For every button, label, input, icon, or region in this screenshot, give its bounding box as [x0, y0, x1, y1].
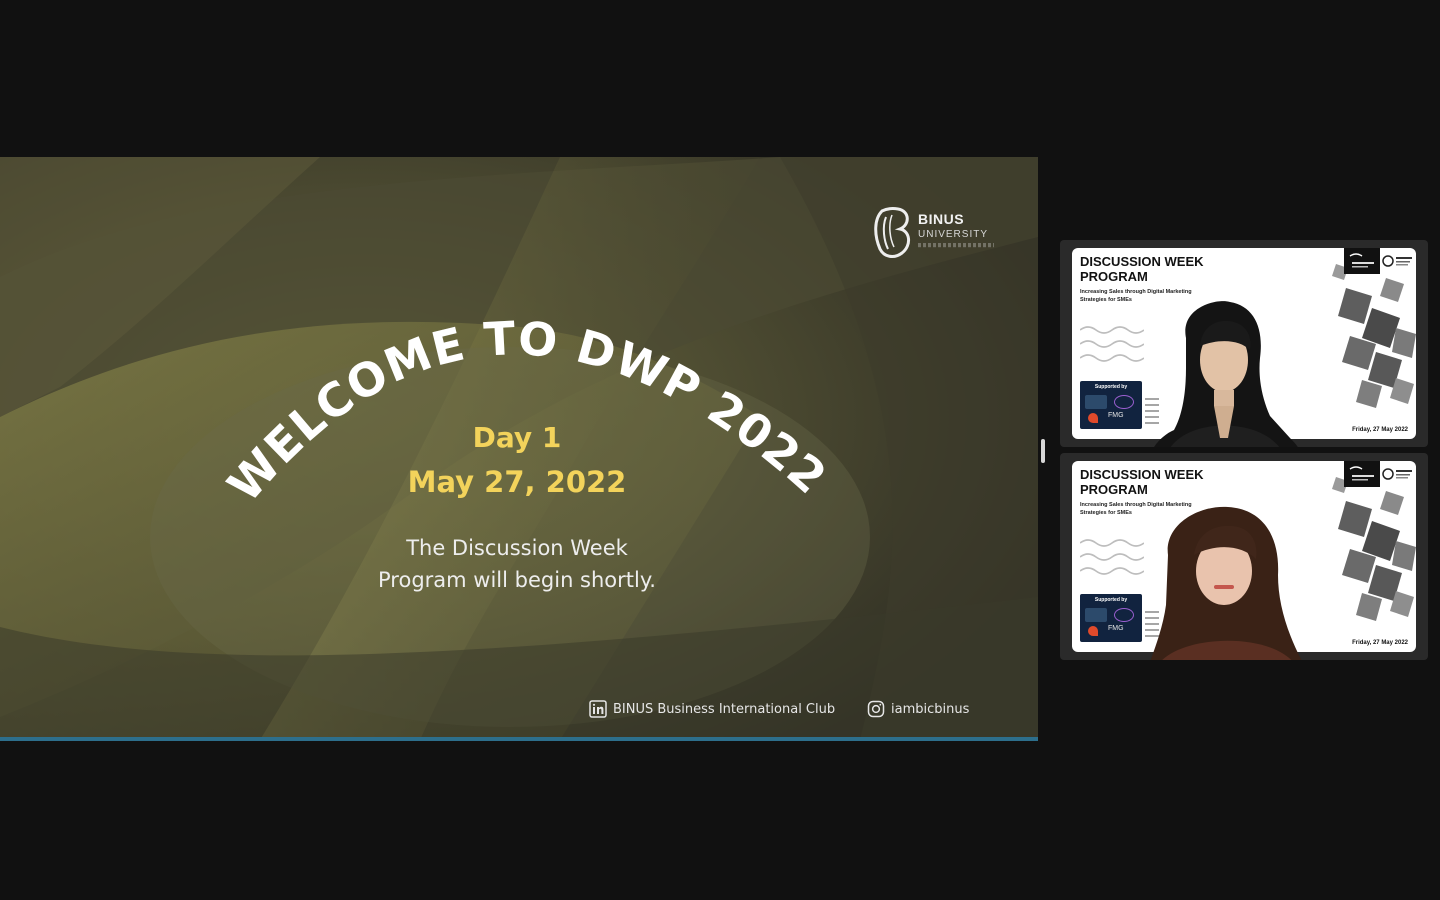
- message-line-2: Program will begin shortly.: [378, 568, 656, 592]
- binus-logo-icon: [874, 207, 910, 258]
- sponsor-name: FMG: [1108, 412, 1124, 419]
- binus-header-logo: [1344, 248, 1412, 274]
- background-title: DISCUSSION WEEK PROGRAM: [1080, 254, 1240, 284]
- logo-brand: BINUS: [918, 211, 965, 227]
- sponsor-logo-icon: [1085, 608, 1107, 622]
- participant-video-feed: [1154, 301, 1298, 447]
- instagram-text: iambicbinus: [891, 701, 970, 717]
- linkedin-text: BINUS Business International Club: [613, 701, 836, 717]
- participant-video-tile[interactable]: DISCUSSION WEEK PROGRAM Increasing Sales…: [1060, 240, 1428, 447]
- background-title-line-2: PROGRAM: [1080, 269, 1148, 284]
- participant-video-feed: [1150, 506, 1302, 660]
- linkedin-handle: BINUS Business International Club: [589, 698, 835, 720]
- sponsor-logo-icon: [1088, 413, 1098, 423]
- binus-header-logo: [1344, 461, 1412, 487]
- background-title: DISCUSSION WEEK PROGRAM: [1080, 467, 1240, 497]
- sponsor-logo-icon: [1085, 395, 1107, 409]
- sponsor-name: FMG: [1108, 625, 1124, 632]
- background-title-line-1: DISCUSSION WEEK: [1080, 254, 1204, 269]
- shared-screen: BINUS UNIVERSITY WELCOME TO DWP 2022 Day…: [0, 157, 1038, 740]
- instagram-icon: [867, 700, 885, 718]
- logo-fine-print: [918, 243, 994, 248]
- binus-university-logo: BINUS UNIVERSITY: [872, 201, 1002, 263]
- instagram-handle: iambicbinus: [867, 698, 969, 720]
- event-date: May 27, 2022: [407, 465, 627, 499]
- background-subtitle-line-1: Increasing Sales through Digital Marketi…: [1080, 289, 1192, 295]
- background-title-line-1: DISCUSSION WEEK: [1080, 467, 1204, 482]
- share-bottom-bar: [0, 737, 1038, 741]
- background-date: Friday, 27 May 2022: [1352, 640, 1408, 646]
- sponsor-logo-icon: [1088, 626, 1098, 636]
- participant-video-tile[interactable]: DISCUSSION WEEK PROGRAM Increasing Sales…: [1060, 453, 1428, 660]
- linkedin-icon: [589, 700, 607, 718]
- background-date: Friday, 27 May 2022: [1352, 427, 1408, 433]
- message-line-1: The Discussion Week: [406, 536, 628, 560]
- split-view-handle[interactable]: [1041, 439, 1045, 463]
- day-label: Day 1: [472, 421, 562, 454]
- logo-sub: UNIVERSITY: [918, 229, 989, 240]
